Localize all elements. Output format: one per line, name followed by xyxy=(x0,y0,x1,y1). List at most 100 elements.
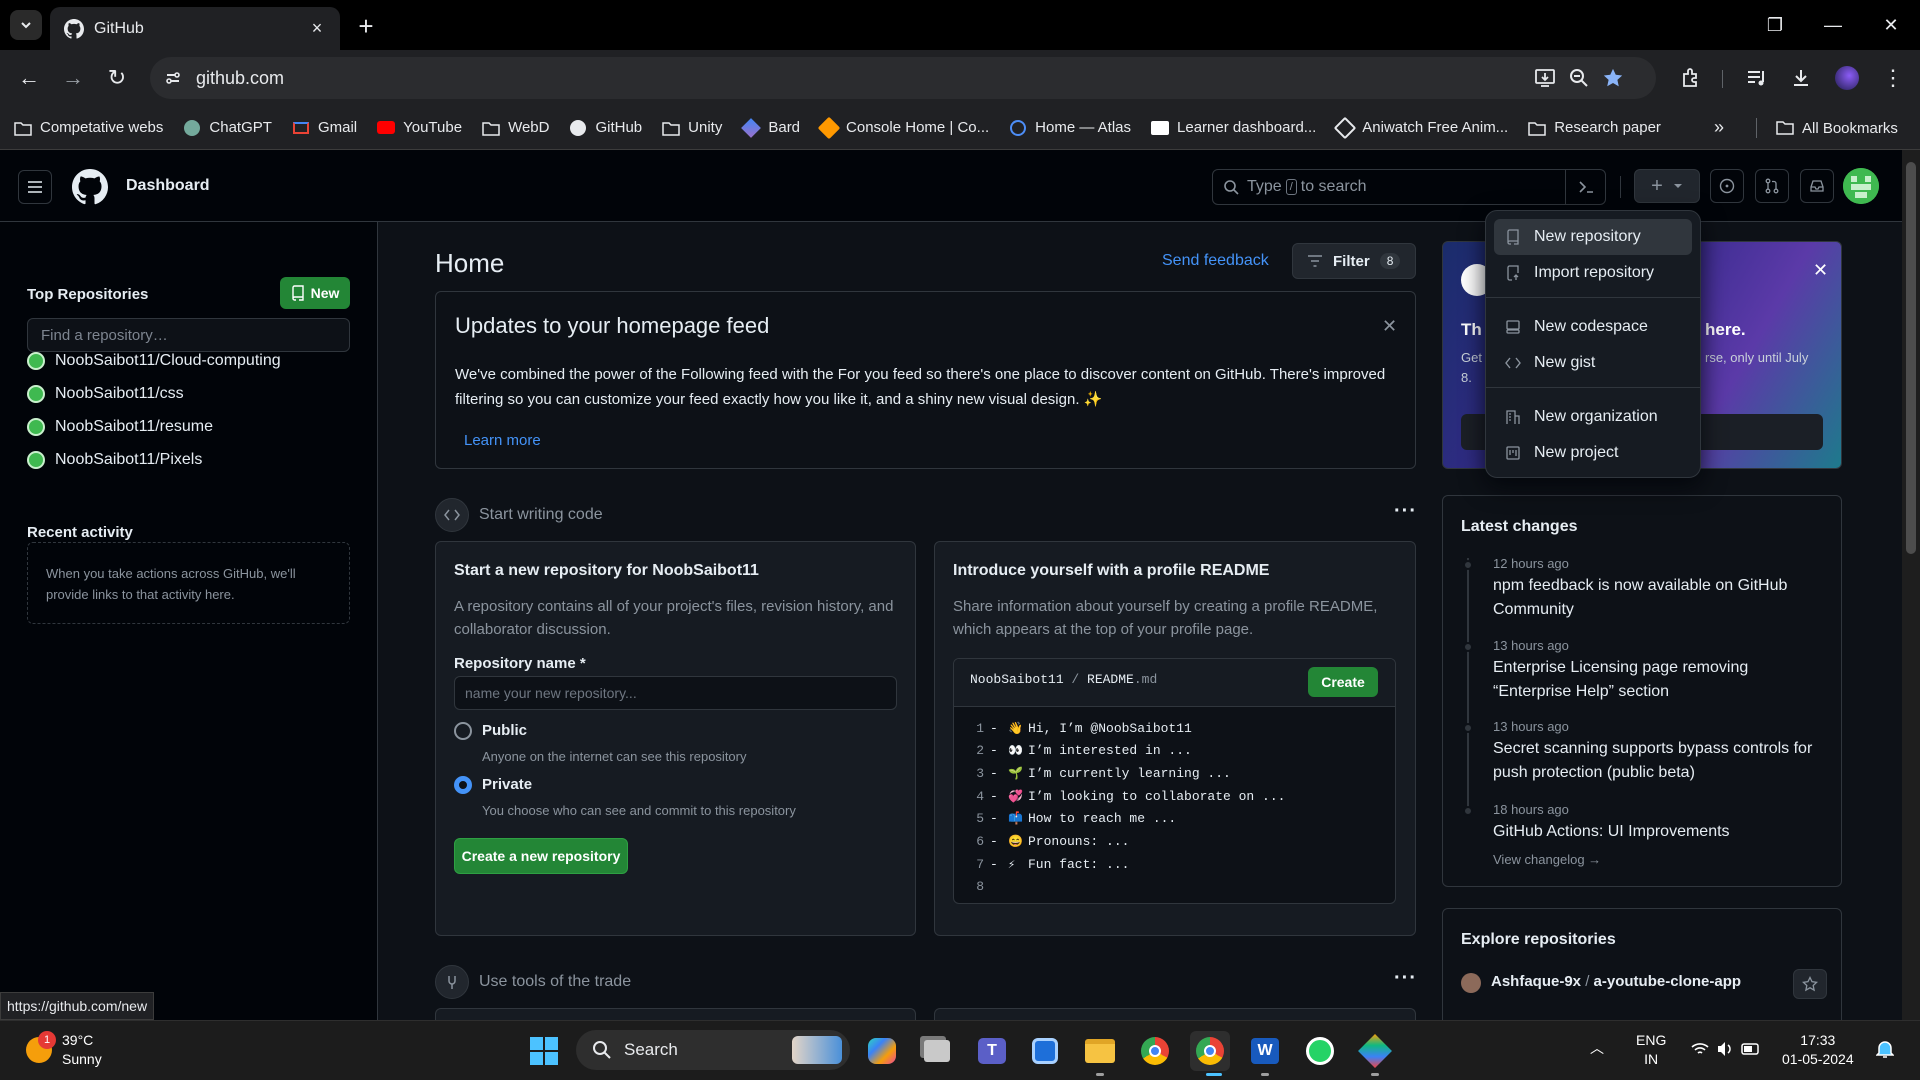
view-changelog-link[interactable]: View changelog → xyxy=(1493,852,1601,867)
show-hidden-icons-chevron-icon[interactable]: ︿ xyxy=(1590,1039,1604,1058)
hamburger-menu-button[interactable] xyxy=(18,170,52,204)
private-radio[interactable] xyxy=(454,776,472,794)
chrome-icon[interactable] xyxy=(1135,1031,1175,1071)
filter-button[interactable]: Filter 8 xyxy=(1292,243,1416,279)
more-bookmarks-icon[interactable]: » xyxy=(1714,117,1724,138)
readme-code-line[interactable]: 8 xyxy=(954,876,1395,898)
taskbar-search-box[interactable]: Search xyxy=(576,1030,850,1070)
bookmark-item[interactable]: Learner dashboard... xyxy=(1151,119,1316,137)
search-input[interactable]: Type / to search xyxy=(1212,169,1606,205)
weather-widget[interactable]: 1 39°C Sunny xyxy=(26,1031,102,1069)
readme-code-line[interactable]: 3- 🌱 I’m currently learning ... xyxy=(954,762,1395,784)
learn-more-link[interactable]: Learn more xyxy=(464,432,541,449)
all-bookmarks[interactable]: All Bookmarks xyxy=(1776,106,1898,150)
issues-button[interactable] xyxy=(1710,169,1744,203)
scrollbar-thumb[interactable] xyxy=(1906,162,1916,554)
bookmark-item[interactable]: YouTube xyxy=(377,119,462,137)
downloads-icon[interactable] xyxy=(1786,63,1816,93)
sidebar-repo-item[interactable]: NoobSaibot11/Cloud-computing xyxy=(27,352,281,370)
menu-item-new-repository[interactable]: New repository xyxy=(1494,219,1692,255)
change-link[interactable]: Enterprise Licensing page removing “Ente… xyxy=(1493,656,1828,704)
change-link[interactable]: Secret scanning supports bypass controls… xyxy=(1493,737,1828,785)
minimize-button[interactable]: — xyxy=(1804,0,1862,50)
github-logo-icon[interactable] xyxy=(72,169,108,205)
chrome-profile-icon[interactable] xyxy=(1190,1031,1230,1071)
readme-code-line[interactable]: 4- 💞️ I’m looking to collaborate on ... xyxy=(954,785,1395,807)
whatsapp-icon[interactable] xyxy=(1300,1031,1340,1071)
readme-code-line[interactable]: 5- 📫 How to reach me ... xyxy=(954,808,1395,830)
change-link[interactable]: npm feedback is now available on GitHub … xyxy=(1493,574,1828,622)
reload-button[interactable]: ↻ xyxy=(102,63,132,93)
sidebar-repo-item[interactable]: NoobSaibot11/Pixels xyxy=(27,451,202,469)
app-icon-blue[interactable] xyxy=(1025,1031,1065,1071)
address-bar[interactable]: github.com xyxy=(150,57,1656,99)
find-repository-input[interactable]: Find a repository… xyxy=(27,318,350,352)
install-app-icon[interactable] xyxy=(1530,63,1560,93)
create-readme-button[interactable]: Create xyxy=(1308,667,1378,697)
new-repository-button[interactable]: New xyxy=(280,277,350,309)
copilot-icon[interactable] xyxy=(862,1031,902,1071)
close-tab-icon[interactable]: × xyxy=(308,18,326,38)
site-info-icon[interactable] xyxy=(158,63,188,93)
sidebar-repo-item[interactable]: NoobSaibot11/css xyxy=(27,385,184,403)
task-view-icon[interactable] xyxy=(917,1031,957,1071)
pull-requests-button[interactable] xyxy=(1755,169,1789,203)
star-button[interactable] xyxy=(1793,969,1827,999)
new-tab-button[interactable]: + xyxy=(352,11,380,41)
browser-tab-github[interactable]: GitHub × xyxy=(50,7,340,50)
close-promo-icon[interactable]: ✕ xyxy=(1813,260,1828,281)
readme-code-line[interactable]: 7- ⚡ Fun fact: ... xyxy=(954,853,1395,875)
bookmark-item[interactable]: Research paper xyxy=(1528,119,1661,137)
private-label[interactable]: Private xyxy=(482,776,532,793)
close-window-button[interactable]: ✕ xyxy=(1862,0,1920,50)
page-scrollbar[interactable] xyxy=(1902,150,1920,1020)
extensions-icon[interactable] xyxy=(1676,63,1706,93)
tab-search-button[interactable] xyxy=(10,10,42,40)
create-repository-button[interactable]: Create a new repository xyxy=(454,838,628,874)
readme-code-line[interactable]: 2- 👀 I’m interested in ... xyxy=(954,740,1395,762)
forward-button[interactable]: → xyxy=(58,63,88,93)
profile-avatar-icon[interactable] xyxy=(1832,63,1862,93)
start-button[interactable] xyxy=(524,1031,564,1071)
user-avatar[interactable] xyxy=(1843,168,1879,204)
explore-repo-link[interactable]: Ashfaque-9x / a-youtube-clone-app xyxy=(1491,973,1741,990)
word-icon[interactable]: W xyxy=(1245,1031,1285,1071)
command-palette-button[interactable] xyxy=(1565,170,1605,204)
public-label[interactable]: Public xyxy=(482,722,527,739)
bookmark-item[interactable]: Aniwatch Free Anim... xyxy=(1333,116,1508,139)
menu-item-import-repository[interactable]: Import repository xyxy=(1494,255,1692,291)
dismiss-notice-icon[interactable]: ✕ xyxy=(1382,316,1397,337)
page-title[interactable]: Dashboard xyxy=(126,177,210,195)
bookmark-item[interactable]: Console Home | Co... xyxy=(817,116,989,139)
bookmark-star-icon[interactable] xyxy=(1598,63,1628,93)
repo-owner-avatar[interactable] xyxy=(1461,973,1481,993)
menu-item-new-gist[interactable]: New gist xyxy=(1494,345,1692,381)
bookmark-item[interactable]: ChatGPT xyxy=(183,119,272,137)
network-volume-battery-icons[interactable] xyxy=(1690,1039,1762,1059)
bookmark-item[interactable]: GitHub xyxy=(569,119,642,137)
bookmark-item[interactable]: Home — Atlas xyxy=(1009,119,1131,137)
back-button[interactable]: ← xyxy=(14,63,44,93)
change-link[interactable]: GitHub Actions: UI Improvements xyxy=(1493,820,1828,844)
menu-item-new-organization[interactable]: New organization xyxy=(1494,399,1692,435)
inbox-button[interactable] xyxy=(1800,169,1834,203)
bookmark-item[interactable]: Unity xyxy=(662,119,722,137)
input-language[interactable]: ENG IN xyxy=(1636,1031,1666,1069)
bookmark-item[interactable]: Gmail xyxy=(292,119,357,137)
notification-bell-icon[interactable] xyxy=(1876,1039,1894,1059)
sidebar-repo-item[interactable]: NoobSaibot11/resume xyxy=(27,418,213,436)
readme-code-line[interactable]: 1- 👋 Hi, I’m @NoobSaibot11 xyxy=(954,717,1395,739)
restore-button[interactable]: ❐ xyxy=(1746,0,1804,50)
readme-code-line[interactable]: 6- 😄 Pronouns: ... xyxy=(954,831,1395,853)
clock[interactable]: 17:33 01-05-2024 xyxy=(1782,1031,1854,1069)
menu-item-new-codespace[interactable]: New codespace xyxy=(1494,309,1692,345)
teams-icon[interactable]: T xyxy=(972,1031,1012,1071)
public-radio[interactable] xyxy=(454,722,472,740)
bookmark-item[interactable]: Competative webs xyxy=(14,119,163,137)
send-feedback-link[interactable]: Send feedback xyxy=(1162,252,1269,270)
create-new-button[interactable]: + xyxy=(1634,169,1700,203)
zoom-icon[interactable] xyxy=(1564,63,1594,93)
media-controls-icon[interactable] xyxy=(1742,63,1772,93)
section-options-kebab-icon[interactable]: ··· xyxy=(1394,500,1417,523)
bookmark-item[interactable]: WebD xyxy=(482,119,549,137)
